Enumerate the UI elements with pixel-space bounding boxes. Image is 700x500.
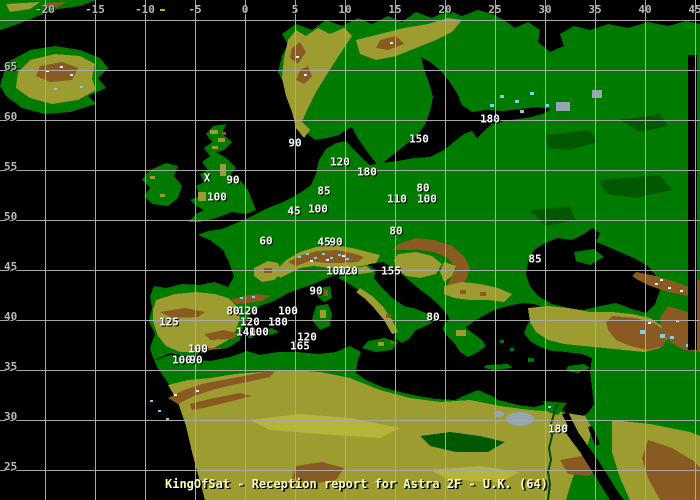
axis-label-longitude: -20 — [35, 3, 55, 16]
axis-label-latitude: 65 — [4, 60, 18, 73]
axis-label-longitude: -15 — [85, 3, 105, 16]
reception-report-label: 100 — [207, 190, 227, 204]
reception-report-label: 180 — [357, 165, 377, 179]
reception-report-label: 45 — [287, 204, 301, 218]
grid-line-horizontal — [0, 170, 700, 171]
grid-line-vertical — [195, 0, 196, 500]
grid-line-horizontal — [0, 220, 700, 221]
axis-label-longitude: 30 — [538, 3, 552, 16]
axis-label-longitude: 20 — [438, 3, 452, 16]
axis-label-longitude: 10 — [338, 3, 352, 16]
reception-report-label: 60 — [259, 234, 273, 248]
grid-line-vertical — [295, 0, 296, 500]
reception-report-label: 90 — [226, 173, 240, 187]
reception-report-label: 180 — [548, 422, 568, 436]
axis-label-longitude: 5 — [291, 3, 299, 16]
reception-report-label: 80 — [389, 224, 403, 238]
grid-line-vertical — [145, 0, 146, 500]
yellow-dash-artifact — [160, 9, 165, 11]
terrain-arabia — [612, 420, 700, 500]
grid-line-horizontal — [0, 20, 700, 21]
x-marker: X — [203, 171, 211, 185]
reception-report-label: 120 — [338, 264, 358, 278]
grid-line-vertical — [45, 0, 46, 500]
axis-label-latitude: 35 — [4, 360, 18, 373]
reception-report-label: 100 — [249, 325, 269, 339]
grid-line-vertical — [545, 0, 546, 500]
reception-report-label: 90 — [288, 136, 302, 150]
axis-label-longitude: 45 — [688, 3, 700, 16]
reception-report-label: 150 — [409, 132, 429, 146]
axis-label-longitude: -10 — [135, 3, 155, 16]
map-edge-seam — [688, 55, 700, 350]
axis-label-latitude: 40 — [4, 310, 18, 323]
reception-report-label: 165 — [290, 339, 310, 353]
grid-line-horizontal — [0, 420, 700, 421]
reception-report-label: 80 — [426, 310, 440, 324]
reception-report-label: 85 — [317, 184, 331, 198]
axis-label-latitude: 60 — [4, 110, 18, 123]
axis-label-latitude: 50 — [4, 210, 18, 223]
grid-line-vertical — [495, 0, 496, 500]
grid-line-horizontal — [0, 320, 700, 321]
reception-report-label: 110 — [387, 192, 407, 206]
reception-report-label: 180 — [268, 315, 288, 329]
reception-map[interactable]: -20 -15 -10 -5 0 5 10 15 20 25 30 35 40 45 65 60 55 50 45 4… — [0, 0, 700, 500]
grid-line-horizontal — [0, 370, 700, 371]
grid-line-vertical — [245, 0, 246, 500]
axis-label-latitude: 55 — [4, 160, 18, 173]
axis-label-latitude: 25 — [4, 460, 18, 473]
reception-report-label: 90 — [309, 284, 323, 298]
axis-label-latitude: 30 — [4, 410, 18, 423]
axis-label-longitude: 35 — [588, 3, 602, 16]
grid-line-horizontal — [0, 120, 700, 121]
reception-report-label: 180 — [480, 112, 500, 126]
axis-label-longitude: 15 — [388, 3, 402, 16]
grid-line-horizontal — [0, 470, 700, 471]
map-title: KingOfSat - Reception report for Astra 2… — [165, 477, 548, 491]
reception-report-label: 100 — [308, 202, 328, 216]
reception-report-label: 85 — [528, 252, 542, 266]
axis-label-longitude: -5 — [188, 3, 202, 16]
axis-label-longitude: 25 — [488, 3, 502, 16]
reception-report-label: 90 — [329, 235, 343, 249]
axis-label-longitude: 0 — [241, 3, 249, 16]
grid-line-vertical — [95, 0, 96, 500]
reception-report-label: 120 — [330, 155, 350, 169]
grid-line-vertical — [645, 0, 646, 500]
grid-line-vertical — [395, 0, 396, 500]
reception-report-label: 125 — [159, 315, 179, 329]
grid-line-vertical — [445, 0, 446, 500]
reception-report-label: 100 — [417, 192, 437, 206]
axis-label-longitude: 40 — [638, 3, 652, 16]
reception-report-label: 155 — [381, 264, 401, 278]
grid-line-vertical — [345, 0, 346, 500]
grid-line-vertical — [595, 0, 596, 500]
reception-report-label: 90 — [189, 353, 203, 367]
grid-line-vertical — [695, 0, 696, 500]
axis-label-latitude: 45 — [4, 260, 18, 273]
grid-line-horizontal — [0, 70, 700, 71]
